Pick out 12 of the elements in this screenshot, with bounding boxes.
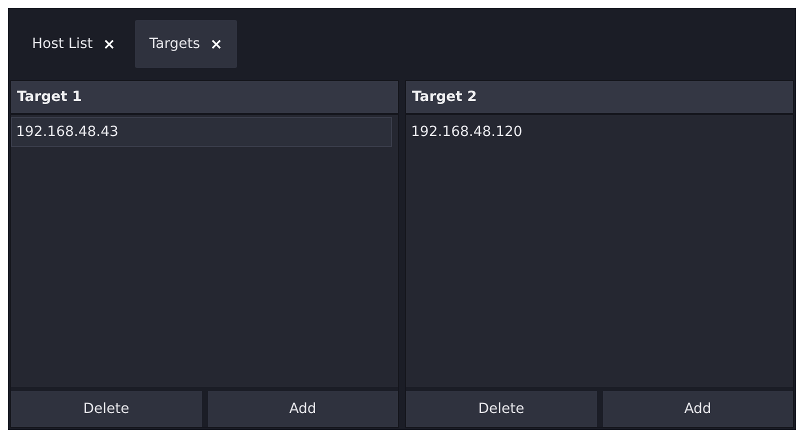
panel-header: Target 2 <box>406 81 793 115</box>
delete-button[interactable]: Delete <box>11 391 202 427</box>
close-icon[interactable]: × <box>210 35 223 53</box>
add-button[interactable]: Add <box>602 391 793 427</box>
panel-header: Target 1 <box>11 81 398 115</box>
tab[interactable]: Targets × <box>135 20 237 68</box>
delete-button[interactable]: Delete <box>406 391 596 427</box>
close-icon[interactable]: × <box>102 35 116 53</box>
list-item[interactable]: 192.168.48.43 <box>11 117 392 147</box>
list-item[interactable]: 192.168.48.120 <box>406 117 787 147</box>
tab[interactable]: Host List × <box>18 20 130 68</box>
add-button[interactable]: Add <box>208 391 398 427</box>
